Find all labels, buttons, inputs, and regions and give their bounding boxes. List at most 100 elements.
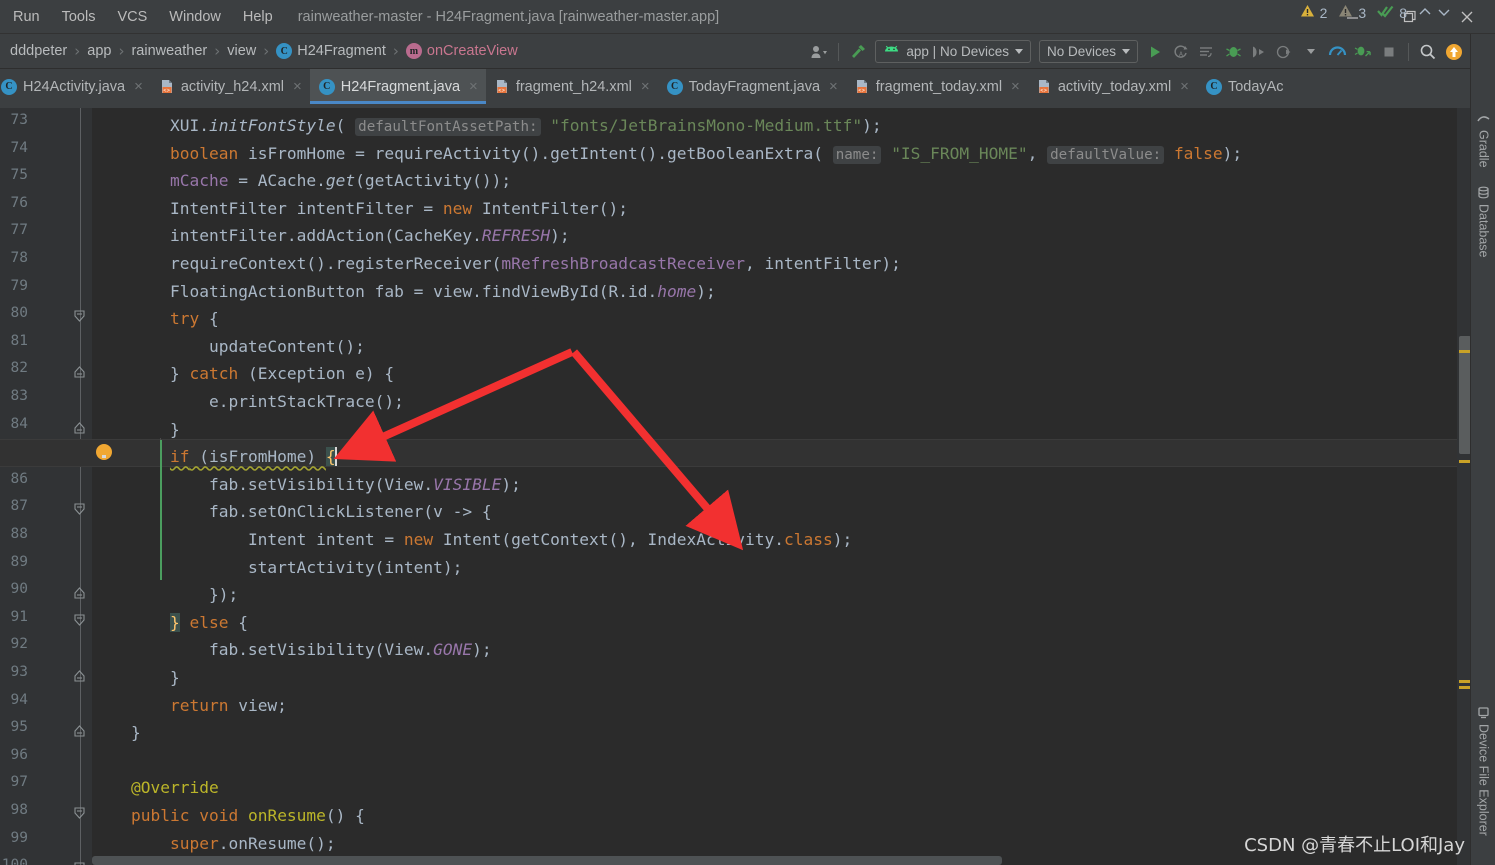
- breadcrumb-item-rainweather[interactable]: rainweather: [131, 43, 207, 59]
- code-line[interactable]: } else {: [92, 609, 248, 637]
- tab-close-icon[interactable]: ×: [134, 79, 143, 94]
- code-line[interactable]: intentFilter.addAction(CacheKey.REFRESH)…: [92, 222, 570, 250]
- code-line[interactable]: updateContent();: [92, 333, 365, 361]
- fold-collapse-icon[interactable]: [73, 310, 88, 325]
- code-line[interactable]: }: [92, 664, 180, 692]
- code-line[interactable]: }: [92, 719, 141, 747]
- code-folding-column[interactable]: [70, 108, 92, 865]
- code-line[interactable]: fab.setVisibility(View.GONE);: [92, 636, 492, 664]
- code-line[interactable]: return view;: [92, 692, 287, 720]
- apply-code-changes-icon[interactable]: [1194, 39, 1220, 65]
- code-line[interactable]: Intent intent = new Intent(getContext(),…: [92, 526, 852, 554]
- fold-end-icon[interactable]: [73, 365, 88, 380]
- svg-text:<>: <>: [1040, 87, 1047, 94]
- apply-changes-icon[interactable]: A: [1168, 39, 1194, 65]
- tab-label: H24Activity.java: [23, 78, 126, 95]
- fold-collapse-icon[interactable]: [73, 614, 88, 629]
- code-line[interactable]: }: [92, 416, 180, 444]
- tab-todayactivity-java[interactable]: C TodayAc: [1197, 69, 1292, 104]
- tab-todayfragment-java[interactable]: C TodayFragment.java ×: [658, 69, 846, 104]
- fold-end-icon[interactable]: [73, 669, 88, 684]
- profiler-run-icon[interactable]: [1272, 39, 1298, 65]
- device-selector[interactable]: No Devices: [1038, 40, 1138, 63]
- fold-collapse-icon[interactable]: [73, 503, 88, 518]
- tab-activity-h24-xml[interactable]: <> activity_h24.xml ×: [151, 69, 310, 104]
- tab-close-icon[interactable]: ×: [1180, 79, 1189, 94]
- profiler-dropdown-icon[interactable]: [1298, 39, 1324, 65]
- code-line[interactable]: requireContext().registerReceiver(mRefre…: [92, 250, 901, 278]
- breadcrumb-label: rainweather: [131, 43, 208, 59]
- sidebar-item-device-file-explorer[interactable]: Device File Explorer: [1471, 702, 1495, 836]
- tab-activity-today-xml[interactable]: <> activity_today.xml ×: [1028, 69, 1197, 104]
- tab-close-icon[interactable]: ×: [293, 79, 302, 94]
- tab-close-icon[interactable]: ×: [641, 79, 650, 94]
- code-editor[interactable]: 7374757677787980818283848586878889909192…: [0, 108, 1495, 865]
- code-line[interactable]: if (isFromHome) {: [92, 443, 337, 471]
- user-profile-icon[interactable]: [806, 39, 832, 65]
- code-line[interactable]: super.onResume();: [92, 830, 336, 858]
- code-line[interactable]: try {: [92, 305, 219, 333]
- breadcrumb-label: onCreateView: [426, 43, 518, 59]
- method-badge-icon: m: [405, 43, 422, 59]
- tab-close-icon[interactable]: ×: [1011, 79, 1020, 94]
- menu-item-window[interactable]: Window: [158, 5, 232, 29]
- code-line[interactable]: XUI.initFontStyle( defaultFontAssetPath:…: [92, 112, 882, 140]
- chevron-down-icon: [1014, 49, 1023, 54]
- code-line[interactable]: fab.setOnClickListener(v -> {: [92, 498, 492, 526]
- breadcrumb-item-h24fragment[interactable]: C H24Fragment: [276, 43, 386, 59]
- breadcrumb-item-view[interactable]: view: [227, 43, 256, 59]
- database-icon: [1477, 186, 1491, 199]
- debug-icon[interactable]: [1220, 39, 1246, 65]
- navigation-toolbar: dddpeter › app › rainweather › view › C …: [0, 34, 1495, 69]
- code-line[interactable]: public void onResume() {: [92, 802, 365, 830]
- run-configuration-selector[interactable]: app | No Devices: [875, 40, 1031, 63]
- line-number: 82: [10, 360, 28, 377]
- code-line[interactable]: mCache = ACache.get(getActivity());: [92, 167, 511, 195]
- code-line[interactable]: e.printStackTrace();: [92, 388, 404, 416]
- sidebar-item-gradle[interactable]: Gradle: [1471, 108, 1495, 168]
- code-line[interactable]: boolean isFromHome = requireActivity().g…: [92, 140, 1242, 168]
- menu-item-tools[interactable]: Tools: [51, 5, 107, 29]
- fold-collapse-icon[interactable]: [73, 807, 88, 822]
- code-line[interactable]: FloatingActionButton fab = view.findView…: [92, 278, 716, 306]
- run-with-coverage-icon[interactable]: [1246, 39, 1272, 65]
- menu-item-help[interactable]: Help: [232, 5, 284, 29]
- gauge-profile-icon[interactable]: [1324, 39, 1350, 65]
- menu-item-vcs[interactable]: VCS: [106, 5, 158, 29]
- fold-end-icon[interactable]: [73, 421, 88, 436]
- code-line[interactable]: @Override: [92, 774, 219, 802]
- code-line[interactable]: startActivity(intent);: [92, 554, 462, 582]
- previous-problem-icon[interactable]: [1418, 5, 1432, 21]
- tab-close-icon[interactable]: ×: [469, 79, 478, 94]
- attach-debugger-icon[interactable]: [1350, 39, 1376, 65]
- next-problem-icon[interactable]: [1437, 5, 1451, 21]
- tab-h24activity-java[interactable]: C H24Activity.java ×: [0, 69, 151, 104]
- fold-end-icon[interactable]: [73, 586, 88, 601]
- tab-fragment-today-xml[interactable]: <> fragment_today.xml ×: [846, 69, 1028, 104]
- breadcrumb-item-app[interactable]: app: [87, 43, 111, 59]
- hammer-build-icon[interactable]: [845, 39, 871, 65]
- breadcrumb-separator: ›: [214, 42, 221, 60]
- menu-item-run[interactable]: Run: [2, 5, 51, 29]
- svg-text:<>: <>: [163, 87, 170, 94]
- code-text-area[interactable]: XUI.initFontStyle( defaultFontAssetPath:…: [92, 108, 1457, 865]
- run-icon[interactable]: [1142, 39, 1168, 65]
- breadcrumb-item-dddpeter[interactable]: dddpeter: [10, 43, 67, 59]
- update-project-icon[interactable]: [1441, 39, 1467, 65]
- code-line[interactable]: IntentFilter intentFilter = new IntentFi…: [92, 195, 628, 223]
- code-line[interactable]: fab.setVisibility(View.VISIBLE);: [92, 471, 521, 499]
- sidebar-item-database[interactable]: Database: [1471, 182, 1495, 258]
- tab-fragment-h24-xml[interactable]: <> fragment_h24.xml ×: [486, 69, 658, 104]
- search-everywhere-icon[interactable]: [1415, 39, 1441, 65]
- tab-close-icon[interactable]: ×: [829, 79, 838, 94]
- fold-end-icon[interactable]: [73, 724, 88, 739]
- breadcrumb-item-oncreateview[interactable]: m onCreateView: [405, 43, 518, 59]
- code-line[interactable]: } catch (Exception e) {: [92, 360, 394, 388]
- tab-h24fragment-java[interactable]: C H24Fragment.java ×: [309, 69, 486, 104]
- code-line[interactable]: });: [92, 581, 238, 609]
- horizontal-scrollbar-thumb[interactable]: [92, 856, 1002, 865]
- xml-layout-icon: <>: [495, 79, 510, 94]
- device-file-explorer-icon: [1477, 706, 1491, 719]
- inspection-status-widget[interactable]: 2 3 8: [1300, 4, 1451, 21]
- stop-icon[interactable]: [1376, 39, 1402, 65]
